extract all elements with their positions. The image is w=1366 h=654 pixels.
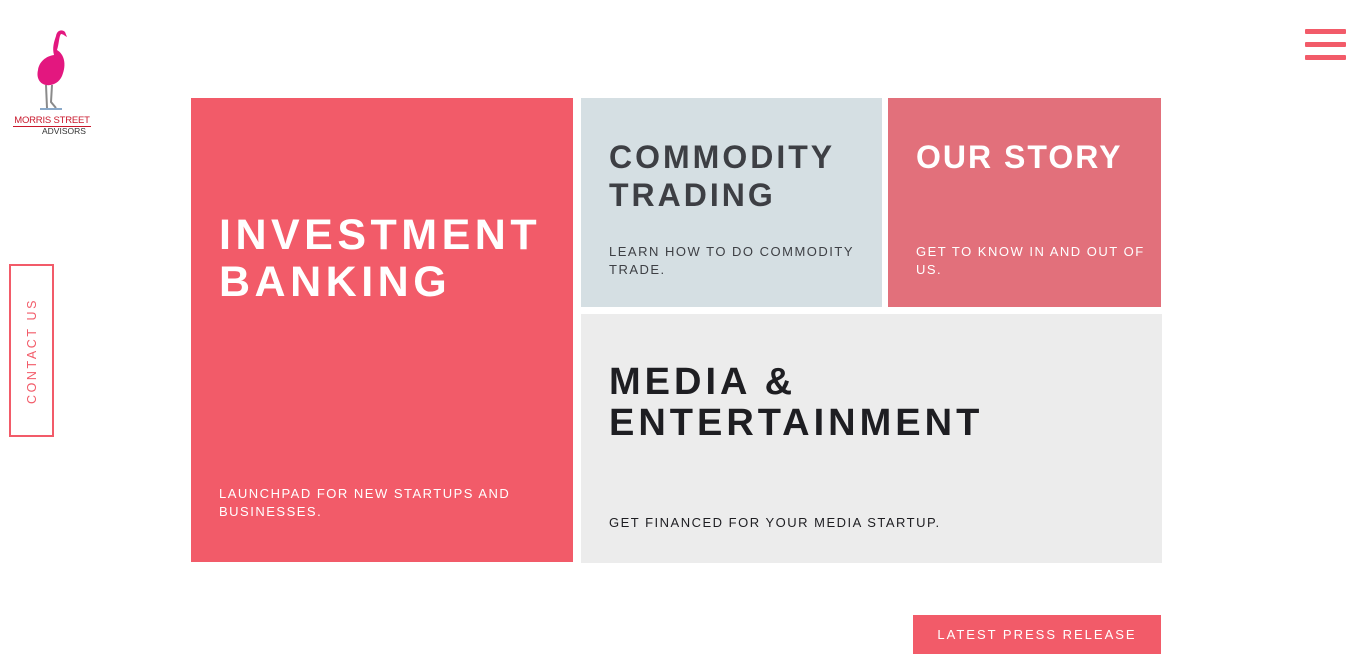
tile-subtitle: LAUNCHPAD FOR NEW STARTUPS AND BUSINESSE… bbox=[219, 486, 511, 519]
logo-text-line2: ADVISORS bbox=[42, 126, 86, 136]
tile-subtitle: GET FINANCED FOR YOUR MEDIA STARTUP. bbox=[609, 515, 941, 530]
tile-title-line1: MEDIA & bbox=[609, 361, 797, 403]
tile-title: COMMODITY TRADING bbox=[609, 138, 835, 214]
tile-subtitle: GET TO KNOW IN AND OUT OF US. bbox=[916, 244, 1145, 277]
tile-title-line2: BANKING bbox=[219, 258, 452, 306]
menu-bar bbox=[1305, 55, 1346, 60]
menu-bar bbox=[1305, 42, 1346, 47]
tile-title: OUR STORY bbox=[916, 139, 1123, 175]
flamingo-icon bbox=[37, 30, 67, 110]
contact-us-label: CONTACT US bbox=[24, 297, 39, 404]
tile-title: INVESTMENT BANKING bbox=[219, 212, 541, 306]
logo[interactable]: MORRIS STREET ADVISORS bbox=[12, 28, 92, 138]
latest-press-release-button[interactable]: LATEST PRESS RELEASE bbox=[913, 615, 1161, 654]
tile-title: MEDIA & ENTERTAINMENT bbox=[609, 362, 983, 444]
tile-title-line2: TRADING bbox=[609, 177, 776, 213]
tile-title-line2: ENTERTAINMENT bbox=[609, 402, 984, 444]
hamburger-menu-icon[interactable] bbox=[1305, 29, 1346, 61]
tile-commodity-trading[interactable]: COMMODITY TRADING LEARN HOW TO DO COMMODI… bbox=[581, 98, 882, 307]
tile-investment-banking[interactable]: INVESTMENT BANKING LAUNCHPAD FOR NEW STAR… bbox=[191, 98, 573, 562]
menu-bar bbox=[1305, 29, 1346, 34]
tile-media-entertainment[interactable]: MEDIA & ENTERTAINMENT GET FINANCED FOR YO… bbox=[581, 314, 1162, 563]
tile-title-line1: INVESTMENT bbox=[219, 211, 542, 259]
tile-subtitle: LEARN HOW TO DO COMMODITY TRADE. bbox=[609, 244, 854, 277]
contact-us-button[interactable]: CONTACT US bbox=[9, 264, 54, 437]
tile-our-story[interactable]: OUR STORY GET TO KNOW IN AND OUT OF US. bbox=[888, 98, 1161, 307]
tile-title-line1: COMMODITY bbox=[609, 139, 836, 175]
